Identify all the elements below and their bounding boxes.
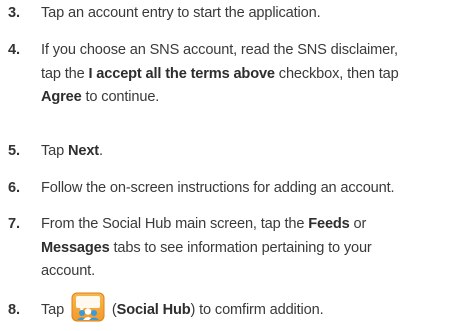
step-line: Messages tabs to see information pertain… [41,237,451,261]
step-number: 6. [8,180,20,196]
step-line: tap the I accept all the terms above che… [41,63,451,87]
step-text: From the Social Hub main screen, tap the… [41,213,451,284]
bold-term: I accept all the terms above [88,65,275,82]
step-number: 7. [8,216,20,232]
step-text-run: Tap an account entry to start the applic… [41,5,321,21]
step-line: Agree to continue. [41,86,451,110]
step-text-run: If you choose an SNS account, read the S… [41,42,398,58]
step-line: account. [41,260,451,284]
step-text-run: tabs to see information pertaining to yo… [109,239,372,256]
step-number: 3. [8,5,20,21]
step-text-run: or [349,216,367,232]
step-text: Tap (Social Hub) to comfirm addition. [41,292,451,323]
step-number: 8. [8,302,20,318]
step-text-run: From the Social Hub main screen, tap the [41,216,309,232]
step-line: Tap Next. [41,140,451,164]
step-text-run: Tap [41,143,68,159]
step-text-run: Follow the on-screen instructions for ad… [41,180,395,196]
step-text: Tap Next. [41,140,451,164]
step-line: Tap an account entry to start the applic… [41,2,451,26]
step-text: Follow the on-screen instructions for ad… [41,177,451,201]
step-text-run: ) to comfirm addition. [190,302,324,318]
step-text-run: account. [41,263,95,279]
step-text-run: ( [107,302,117,318]
bold-term: Feeds [308,216,350,232]
step-text-run: to continue. [81,89,160,105]
step-text: Tap an account entry to start the applic… [41,2,451,26]
step-text: If you choose an SNS account, read the S… [41,39,451,110]
step-line: If you choose an SNS account, read the S… [41,39,451,63]
bold-term: Social Hub [116,302,191,318]
step-text-run: Tap [41,302,68,318]
bold-term: Messages [41,239,110,256]
step-line: Tap (Social Hub) to comfirm addition. [41,292,451,323]
step-text-run: checkbox, then tap [274,65,399,82]
step-text-run: . [99,143,103,159]
step-number: 5. [8,143,20,159]
step-text-run: tap the [41,65,89,82]
step-number: 4. [8,42,20,58]
bold-term: Agree [41,89,82,105]
step-line: Follow the on-screen instructions for ad… [41,177,451,201]
social-hub-icon [71,292,105,322]
bold-term: Next [67,143,100,159]
step-line: From the Social Hub main screen, tap the… [41,213,451,237]
